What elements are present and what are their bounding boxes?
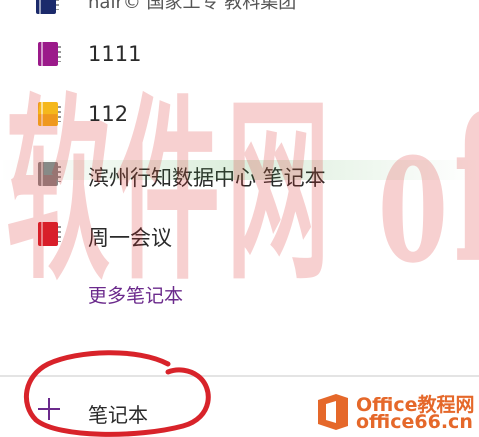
plus-icon — [38, 398, 60, 420]
divider — [0, 375, 479, 377]
notebook-label: 滨州行知数据中心 笔记本 — [88, 166, 326, 190]
notebook-item-data-center[interactable]: 滨州行知数据中心 笔记本 — [0, 154, 479, 194]
notebook-icon — [36, 0, 59, 14]
more-notebooks-link[interactable]: 更多笔记本 — [88, 281, 183, 308]
notebook-icon — [38, 222, 61, 246]
notebook-panel: hair© 国家工专 教科集团 1111 112 滨州行知数据中心 笔记本 周一… — [0, 0, 479, 437]
notebook-label: 1111 — [88, 42, 142, 66]
notebook-icon — [38, 42, 61, 66]
notebook-item-112[interactable]: 112 — [0, 94, 479, 134]
notebook-label: 112 — [88, 102, 129, 126]
notebook-label: 周一会议 — [88, 226, 172, 250]
office-logo-icon — [318, 394, 348, 430]
notebook-item-monday-meeting[interactable]: 周一会议 — [0, 214, 479, 254]
logo-line-2: office66.cn — [356, 411, 473, 433]
add-notebook-label: 笔记本 — [88, 403, 148, 427]
notebook-icon — [38, 102, 61, 126]
notebook-icon — [38, 162, 61, 186]
notebook-label: hair© 国家工专 教科集团 — [88, 0, 297, 13]
notebook-item-1111[interactable]: 1111 — [0, 34, 479, 74]
site-logo: Office教程网 office66.cn — [314, 388, 479, 437]
